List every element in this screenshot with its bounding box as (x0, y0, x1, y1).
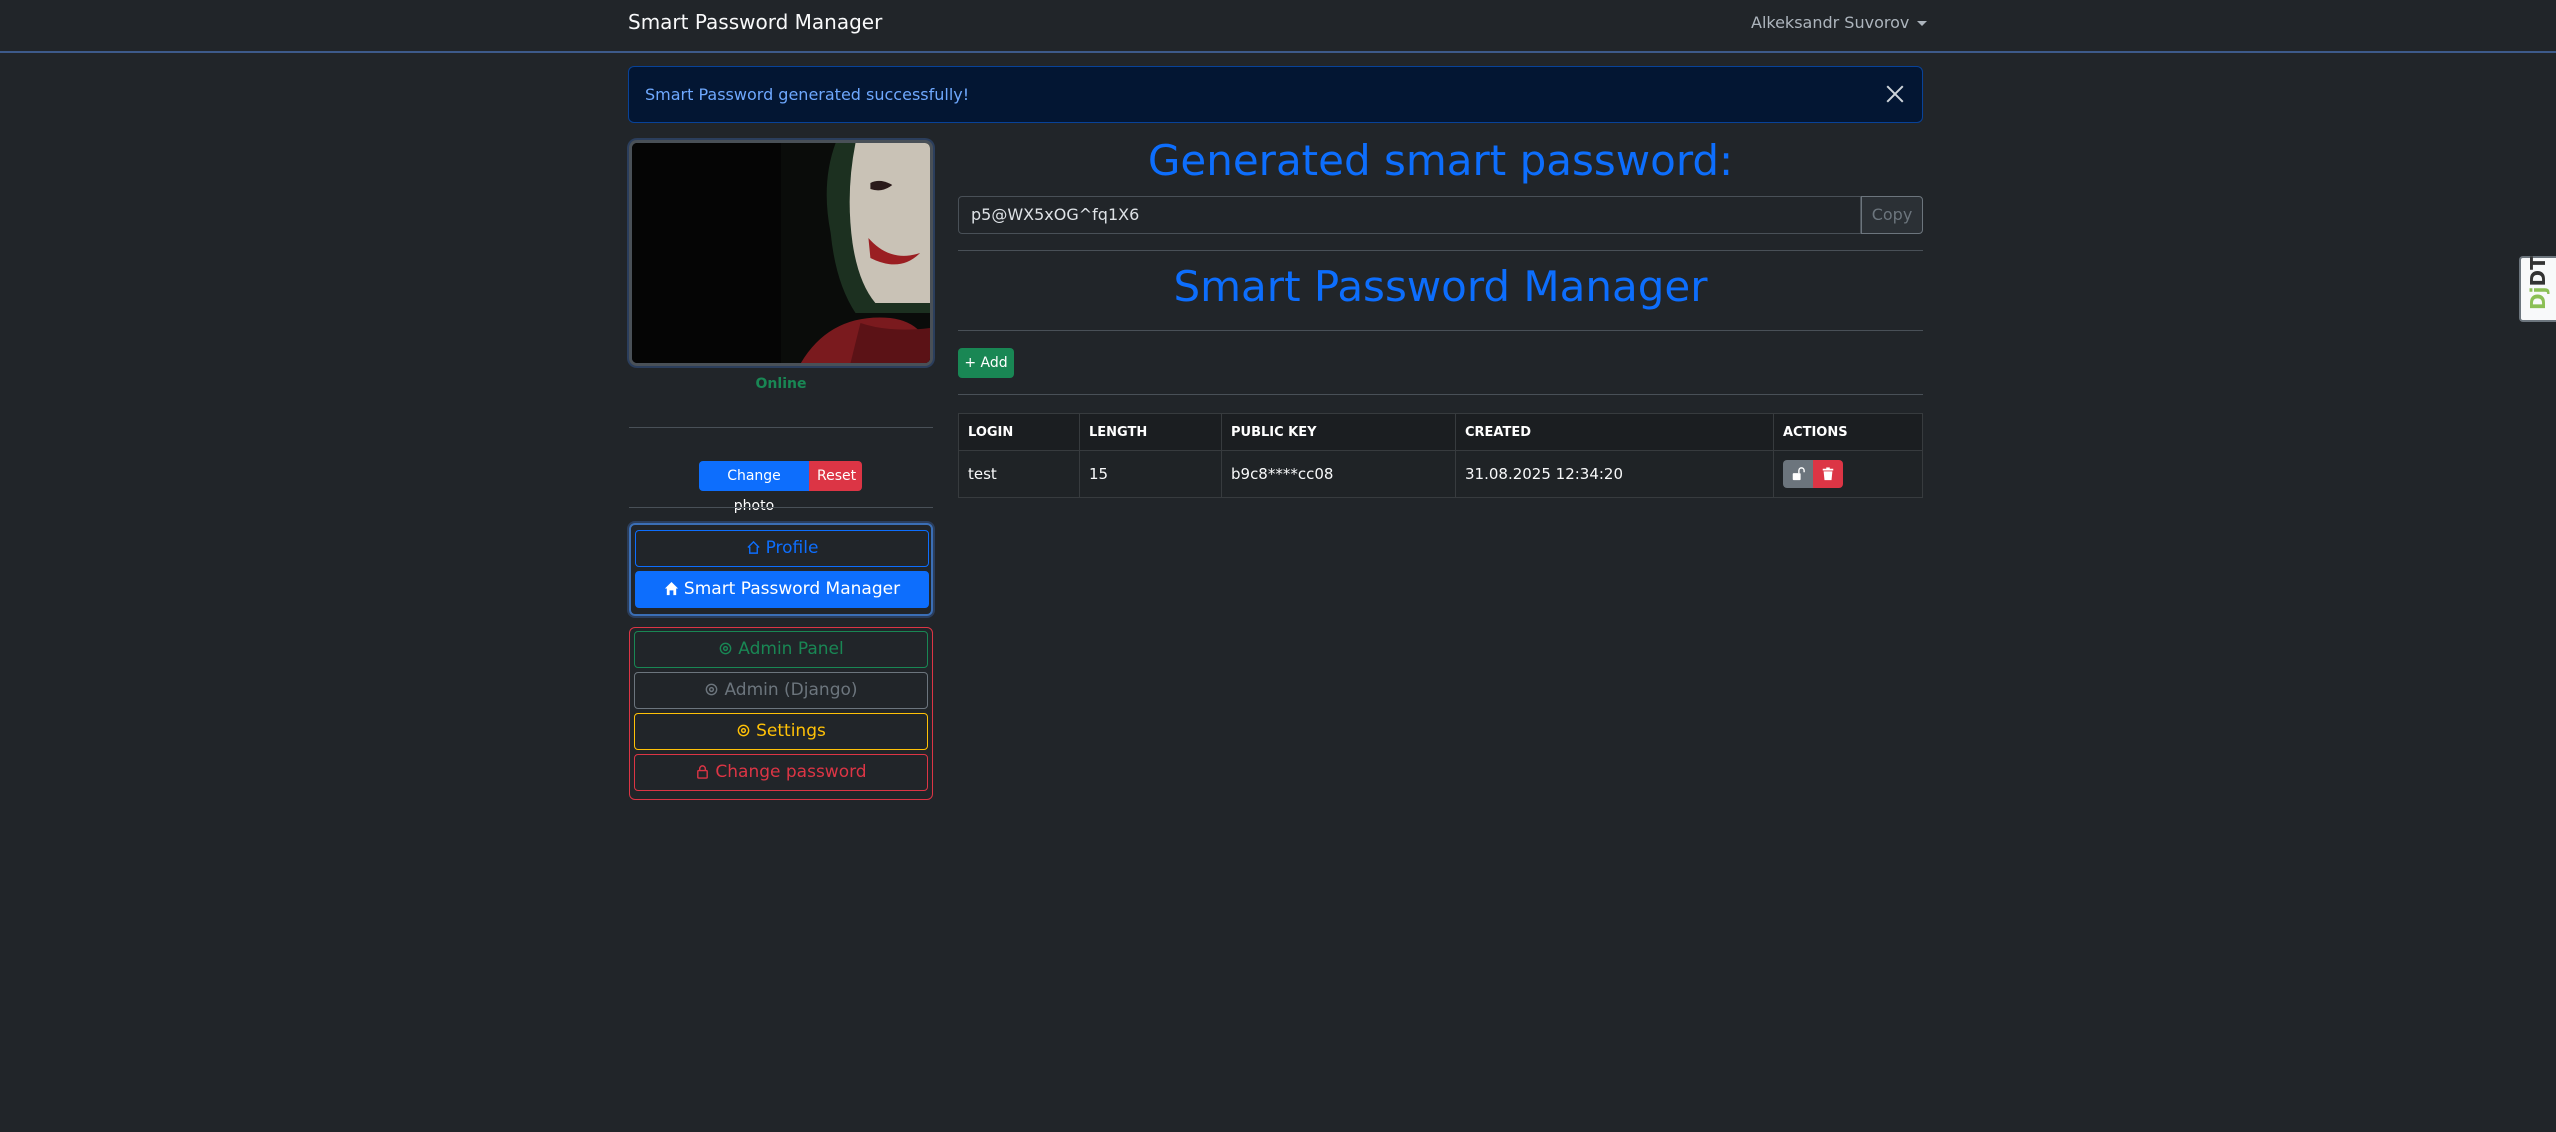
column-header-public-key: PUBLIC KEY (1221, 413, 1456, 451)
add-button[interactable]: + Add (958, 348, 1014, 378)
alert-message: Smart Password generated successfully! (645, 85, 970, 104)
divider (958, 394, 1923, 395)
copy-button[interactable]: Copy (1861, 196, 1923, 234)
cell-length: 15 (1079, 450, 1222, 498)
smart-password-manager-nav-button[interactable]: Smart Password Manager (635, 571, 929, 608)
column-header-login: LOGIN (958, 413, 1080, 451)
profile-nav-button[interactable]: Profile (635, 530, 929, 567)
delete-button[interactable] (1813, 460, 1843, 488)
cell-login: test (958, 450, 1080, 498)
change-password-button[interactable]: Change password (634, 754, 928, 791)
lock-icon (697, 765, 709, 779)
passwords-table: LOGIN LENGTH PUBLIC KEY CREATED ACTIONS … (958, 413, 1923, 498)
debug-toolbar-label: DjDT (2526, 256, 2550, 310)
gear-icon (737, 724, 750, 737)
change-photo-button[interactable]: Change photo (699, 461, 809, 514)
divider (629, 427, 933, 428)
navbar-brand[interactable]: Smart Password Manager (628, 10, 882, 34)
primary-nav: Profile Smart Password Manager (629, 523, 933, 616)
admin-django-button[interactable]: Admin (Django) (634, 672, 928, 709)
home-outline-icon (746, 540, 760, 554)
divider (958, 330, 1923, 331)
admin-nav: Admin Panel Admin (Django) Settings Chan… (629, 627, 933, 800)
column-header-length: LENGTH (1079, 413, 1222, 451)
cell-actions (1773, 450, 1923, 498)
admin-panel-label: Admin Panel (738, 639, 844, 659)
divider (958, 250, 1923, 251)
close-icon[interactable] (1882, 81, 1908, 107)
caret-down-icon (1917, 21, 1928, 26)
debug-toolbar-handle[interactable]: DjDT (2519, 256, 2556, 322)
manager-heading: Smart Password Manager (1173, 262, 1708, 311)
divider (629, 507, 933, 508)
change-password-label: Change password (715, 762, 867, 782)
settings-button[interactable]: Settings (634, 713, 928, 750)
table-header-row: LOGIN LENGTH PUBLIC KEY CREATED ACTIONS (958, 413, 1923, 451)
cell-created: 31.08.2025 12:34:20 (1455, 450, 1774, 498)
column-header-actions: ACTIONS (1773, 413, 1923, 451)
spm-nav-label: Smart Password Manager (683, 579, 901, 599)
table-row: test 15 b9c8****cc08 31.08.2025 12:34:20 (958, 450, 1923, 498)
user-name: Alkeksandr Suvorov (1751, 13, 1910, 32)
success-alert: Smart Password generated successfully! (628, 66, 1923, 123)
column-header-created: CREATED (1455, 413, 1774, 451)
generated-password-heading: Generated smart password: (1147, 136, 1734, 185)
home-icon (664, 581, 678, 596)
gear-icon (706, 683, 718, 696)
gear-icon (719, 642, 732, 655)
admin-django-label: Admin (Django) (724, 680, 858, 700)
user-menu-dropdown[interactable]: Alkeksandr Suvorov (1751, 13, 1928, 32)
profile-nav-label: Profile (765, 538, 819, 558)
navbar: Smart Password Manager Alkeksandr Suvoro… (0, 0, 2556, 53)
unlock-icon (1792, 467, 1805, 481)
admin-panel-button[interactable]: Admin Panel (634, 631, 928, 668)
online-status: Online (755, 376, 807, 392)
cell-public-key: b9c8****cc08 (1221, 450, 1456, 498)
profile-photo (629, 140, 933, 366)
trash-icon (1822, 467, 1834, 481)
unlock-button[interactable] (1783, 460, 1813, 488)
generated-password-field[interactable]: p5@WX5xOG^fq1X6 (958, 196, 1861, 234)
reset-photo-button[interactable]: Reset (809, 461, 862, 491)
settings-label: Settings (756, 721, 826, 741)
